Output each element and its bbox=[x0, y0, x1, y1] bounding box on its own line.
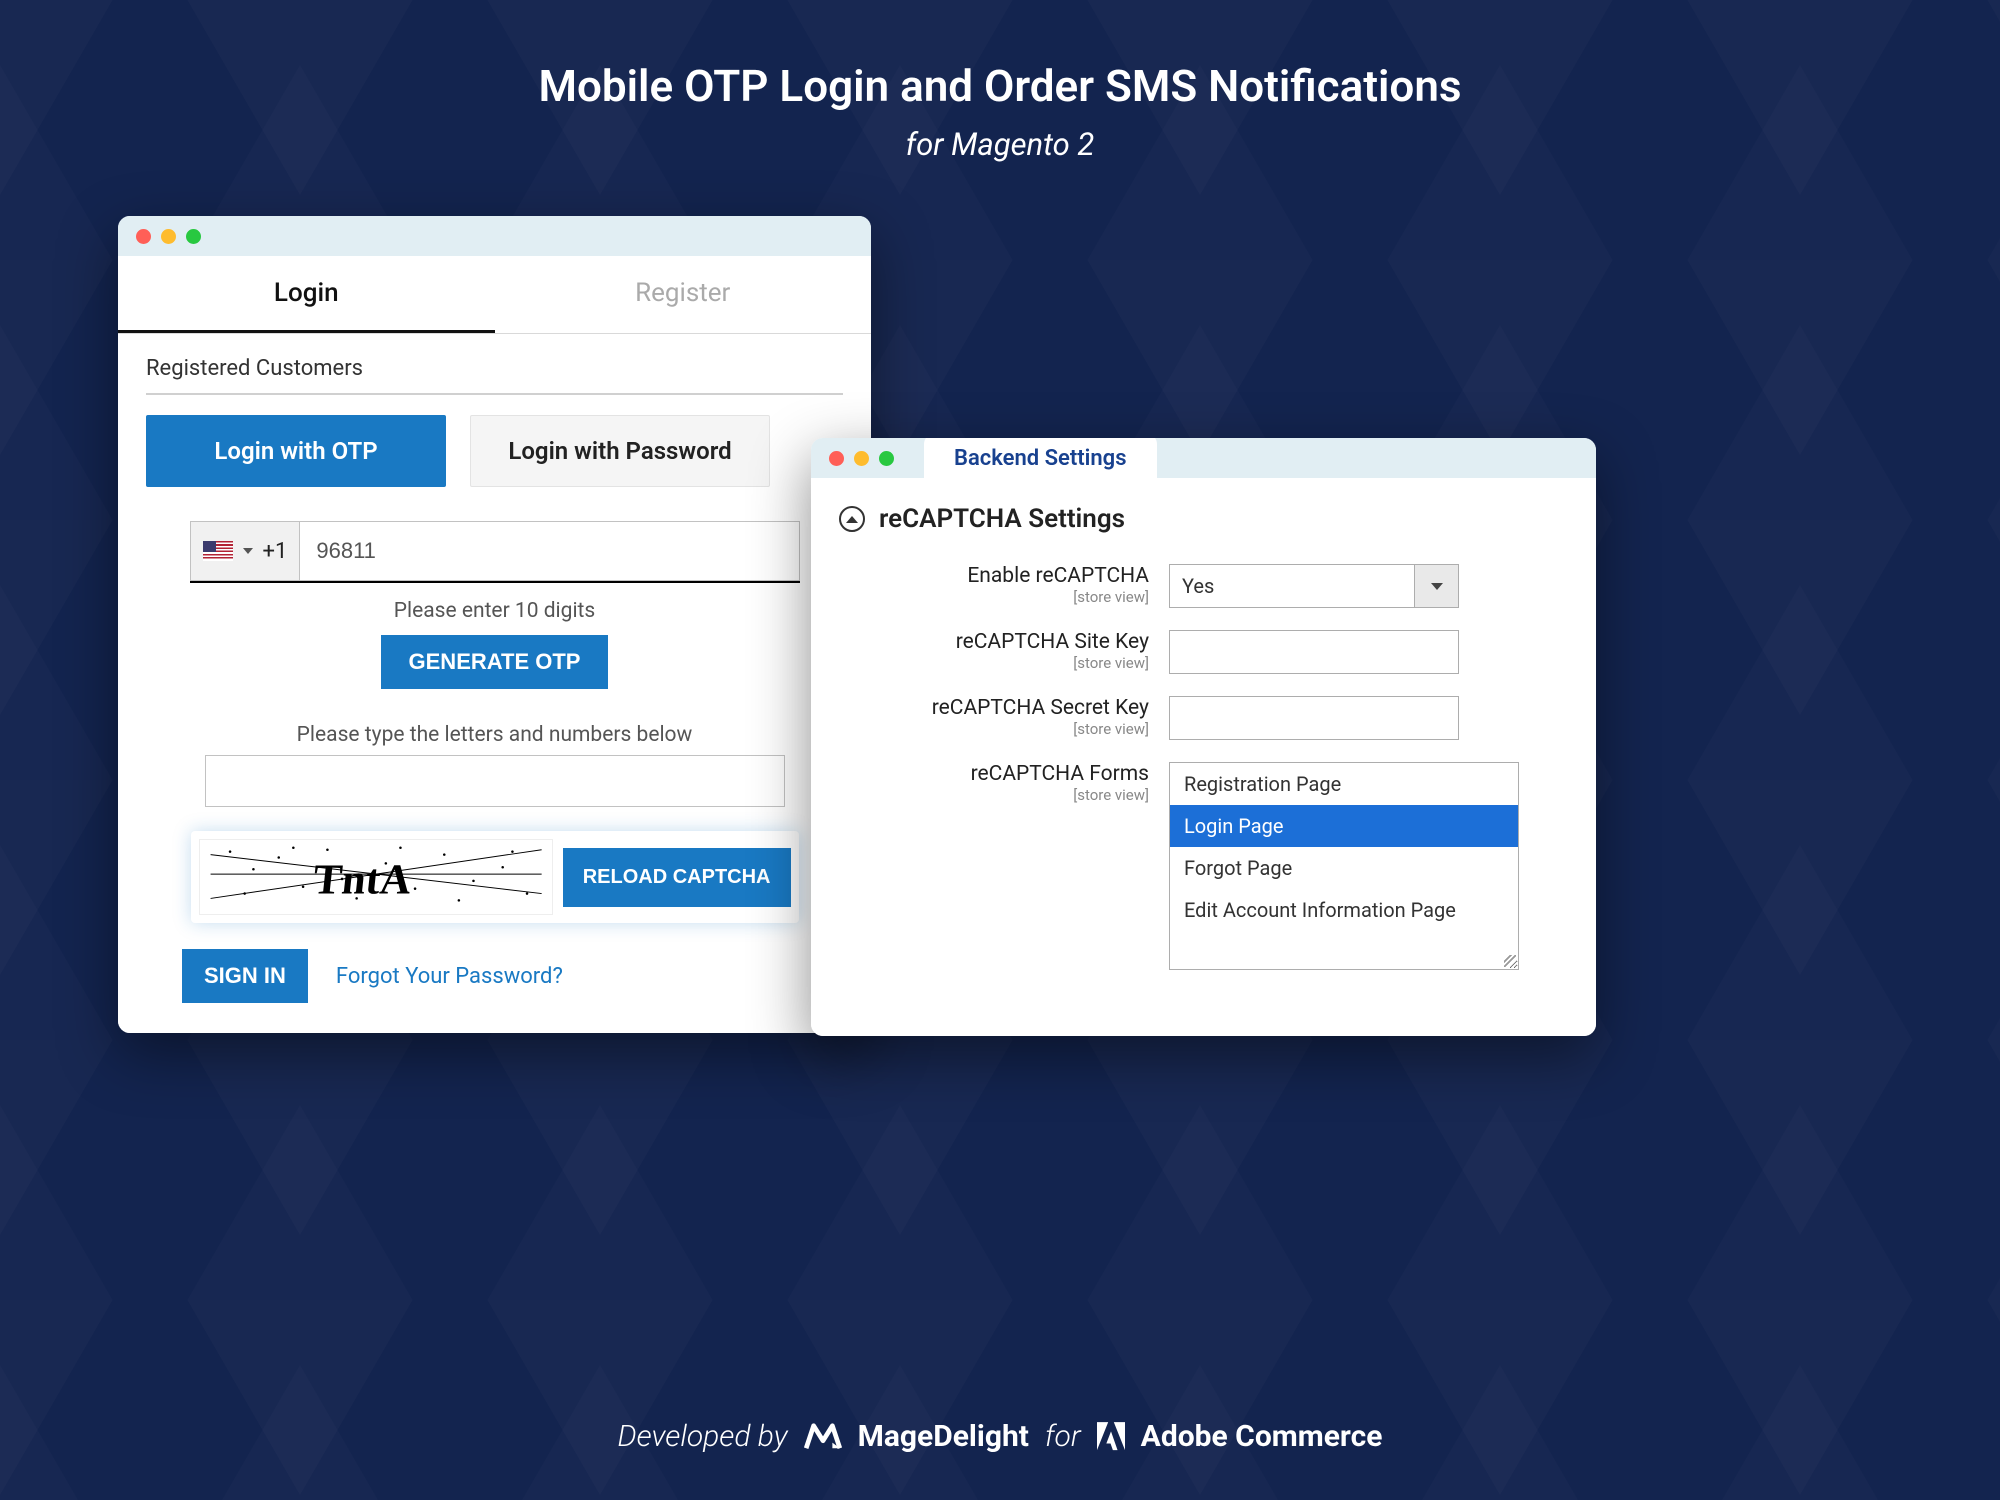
captcha-row: TntA RELOAD CAPTCHA bbox=[191, 831, 799, 923]
recaptcha-forms-row: reCAPTCHA Forms [store view] Registratio… bbox=[839, 762, 1568, 970]
for-label: for bbox=[1045, 1419, 1081, 1454]
phone-hint: Please enter 10 digits bbox=[146, 599, 843, 623]
minimize-icon[interactable] bbox=[854, 451, 869, 466]
page-title: Mobile OTP Login and Order SMS Notificat… bbox=[0, 60, 2000, 112]
registered-customers-heading: Registered Customers bbox=[146, 356, 843, 395]
page-header: Mobile OTP Login and Order SMS Notificat… bbox=[0, 60, 2000, 163]
magedelight-brand: MageDelight bbox=[858, 1419, 1029, 1454]
scope-label: [store view] bbox=[839, 720, 1149, 738]
window-tab-label: Backend Settings bbox=[924, 438, 1157, 483]
magedelight-logo-icon bbox=[804, 1422, 842, 1452]
tab-register[interactable]: Register bbox=[495, 256, 872, 333]
signin-row: SIGN IN Forgot Your Password? bbox=[182, 949, 843, 1003]
login-with-otp-button[interactable]: Login with OTP bbox=[146, 415, 446, 487]
login-body: Login Register Registered Customers Logi… bbox=[118, 256, 871, 1033]
select-dropdown-button bbox=[1415, 564, 1459, 608]
auth-tabs: Login Register bbox=[118, 256, 871, 334]
collapse-toggle-icon bbox=[839, 506, 865, 532]
us-flag-icon bbox=[203, 541, 233, 561]
enable-recaptcha-select[interactable]: Yes bbox=[1169, 564, 1459, 608]
select-value: Yes bbox=[1169, 564, 1415, 608]
login-with-password-button[interactable]: Login with Password bbox=[470, 415, 770, 487]
country-code-selector[interactable]: +1 bbox=[191, 522, 301, 580]
close-icon[interactable] bbox=[829, 451, 844, 466]
site-key-label: reCAPTCHA Site Key bbox=[839, 630, 1149, 654]
ms-option-forgot[interactable]: Forgot Page bbox=[1170, 847, 1518, 889]
maximize-icon[interactable] bbox=[186, 229, 201, 244]
phone-underline bbox=[190, 581, 800, 583]
login-method-toggle: Login with OTP Login with Password bbox=[146, 415, 843, 487]
recaptcha-forms-multiselect[interactable]: Registration Page Login Page Forgot Page… bbox=[1169, 762, 1519, 970]
page-subtitle: for Magento 2 bbox=[0, 126, 2000, 163]
captcha-label: Please type the letters and numbers belo… bbox=[146, 723, 843, 747]
close-icon[interactable] bbox=[136, 229, 151, 244]
maximize-icon[interactable] bbox=[879, 451, 894, 466]
enable-recaptcha-row: Enable reCAPTCHA [store view] Yes bbox=[839, 564, 1568, 608]
captcha-input[interactable] bbox=[205, 755, 785, 807]
sign-in-button[interactable]: SIGN IN bbox=[182, 949, 308, 1003]
secret-key-label: reCAPTCHA Secret Key bbox=[839, 696, 1149, 720]
minimize-icon[interactable] bbox=[161, 229, 176, 244]
scope-label: [store view] bbox=[839, 786, 1149, 804]
window-titlebar: Backend Settings bbox=[811, 438, 1596, 478]
section-title: reCAPTCHA Settings bbox=[879, 504, 1125, 534]
footer: Developed by MageDelight for Adobe Comme… bbox=[0, 1419, 2000, 1454]
tab-login[interactable]: Login bbox=[118, 256, 495, 333]
chevron-down-icon bbox=[243, 548, 253, 554]
forgot-password-link[interactable]: Forgot Your Password? bbox=[336, 964, 563, 989]
site-key-row: reCAPTCHA Site Key [store view] bbox=[839, 630, 1568, 674]
scope-label: [store view] bbox=[839, 588, 1149, 606]
svg-text:TntA: TntA bbox=[311, 857, 414, 904]
phone-input-row: +1 bbox=[190, 521, 800, 581]
ms-option-edit-account[interactable]: Edit Account Information Page bbox=[1170, 889, 1518, 931]
site-key-input[interactable] bbox=[1169, 630, 1459, 674]
ms-option-login[interactable]: Login Page bbox=[1170, 805, 1518, 847]
captcha-image: TntA bbox=[199, 839, 553, 915]
login-window: Login Register Registered Customers Logi… bbox=[118, 216, 871, 1033]
ms-option-registration[interactable]: Registration Page bbox=[1170, 763, 1518, 805]
generate-otp-button[interactable]: GENERATE OTP bbox=[381, 635, 609, 689]
backend-window: Backend Settings reCAPTCHA Settings Enab… bbox=[811, 438, 1596, 1036]
adobe-commerce-brand: Adobe Commerce bbox=[1141, 1419, 1383, 1454]
reload-captcha-button[interactable]: RELOAD CAPTCHA bbox=[563, 848, 791, 907]
chevron-down-icon bbox=[1431, 583, 1443, 590]
developed-by-label: Developed by bbox=[618, 1419, 788, 1454]
enable-recaptcha-label: Enable reCAPTCHA bbox=[839, 564, 1149, 588]
window-titlebar bbox=[118, 216, 871, 256]
dial-code: +1 bbox=[263, 539, 288, 564]
secret-key-input[interactable] bbox=[1169, 696, 1459, 740]
phone-number-input[interactable] bbox=[300, 538, 798, 564]
scope-label: [store view] bbox=[839, 654, 1149, 672]
recaptcha-forms-label: reCAPTCHA Forms bbox=[839, 762, 1149, 786]
secret-key-row: reCAPTCHA Secret Key [store view] bbox=[839, 696, 1568, 740]
section-header[interactable]: reCAPTCHA Settings bbox=[839, 504, 1568, 534]
adobe-logo-icon bbox=[1097, 1422, 1125, 1452]
backend-body: reCAPTCHA Settings Enable reCAPTCHA [sto… bbox=[811, 478, 1596, 1036]
